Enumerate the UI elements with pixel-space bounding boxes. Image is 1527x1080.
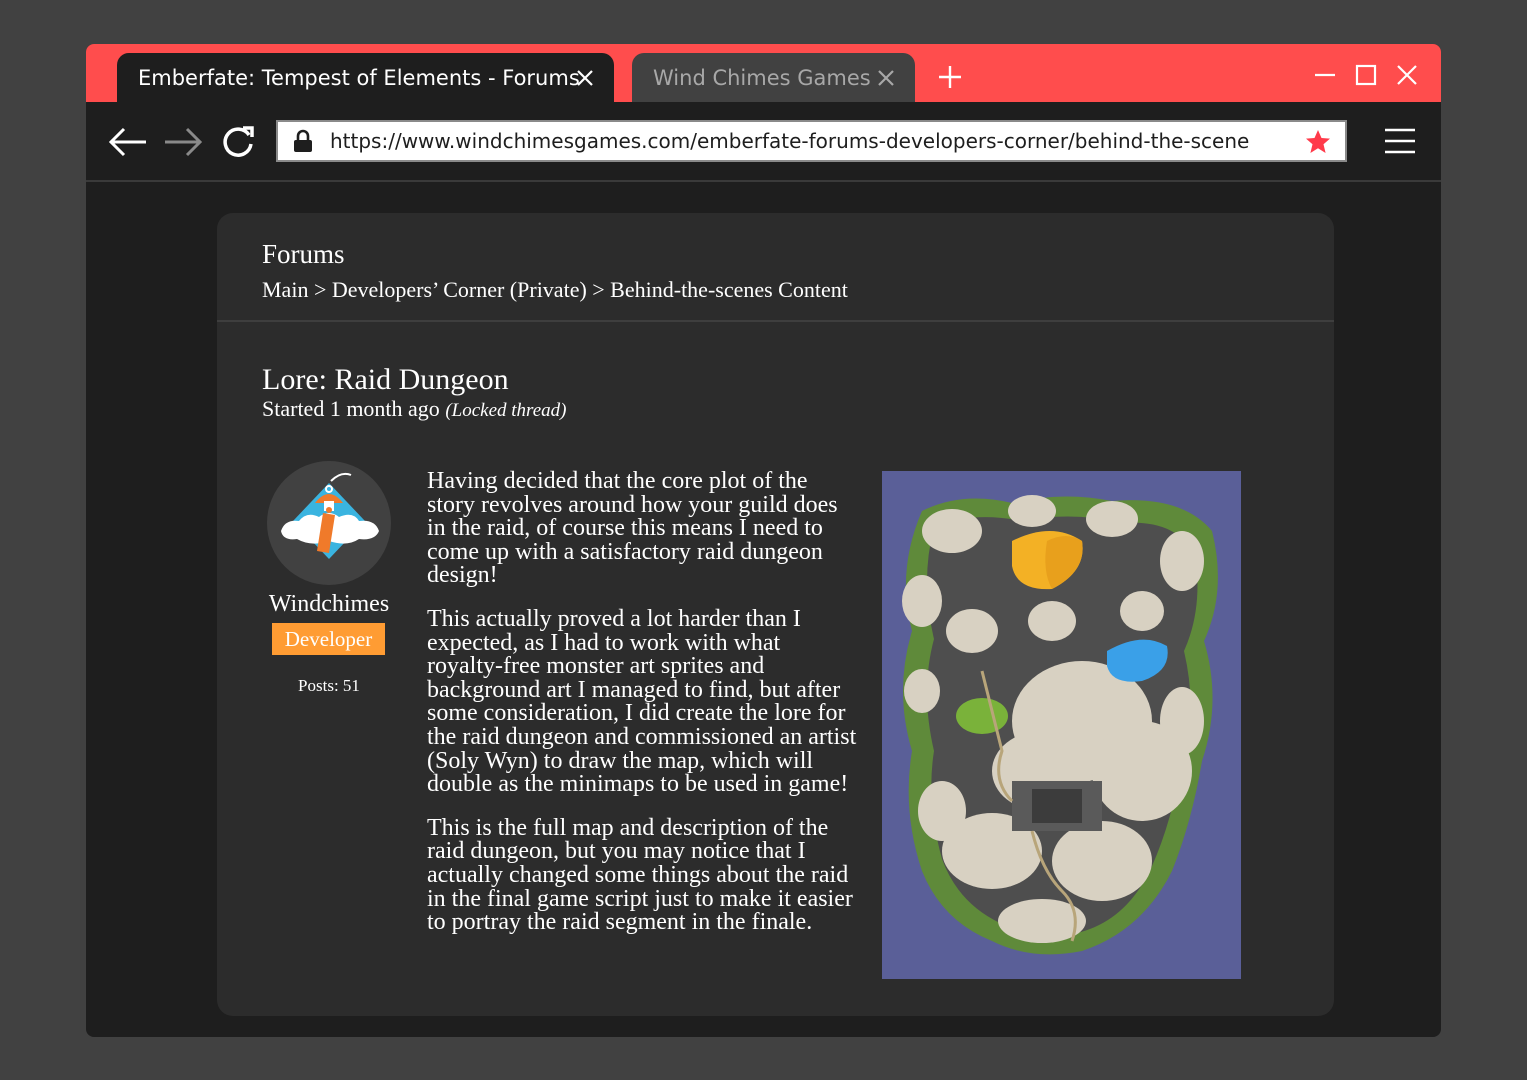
minimize-icon[interactable]: [1314, 64, 1336, 86]
url-text[interactable]: https://www.windchimesgames.com/emberfat…: [330, 122, 1250, 160]
page-title: Forums: [262, 239, 345, 270]
thread-started: Started 1 month ago: [262, 396, 440, 421]
tab-label: Wind Chimes Games: [653, 66, 871, 90]
role-badge: Developer: [272, 623, 385, 655]
thread-meta: Started 1 month ago (Locked thread): [262, 396, 566, 422]
close-icon[interactable]: [1396, 64, 1418, 86]
lock-icon: [292, 129, 314, 153]
tab-wind-chimes[interactable]: Wind Chimes Games: [632, 53, 915, 102]
post-paragraph: This actually proved a lot harder than I…: [427, 608, 857, 797]
star-icon[interactable]: [1305, 129, 1331, 155]
breadcrumb[interactable]: Main > Developers’ Corner (Private) > Be…: [262, 277, 848, 303]
divider: [217, 320, 1334, 322]
post-paragraph: This is the full map and description of …: [427, 817, 857, 935]
tab-forums[interactable]: Emberfate: Tempest of Elements - Forums: [117, 53, 614, 102]
forum-card: Forums Main > Developers’ Corner (Privat…: [217, 213, 1334, 1016]
thread-title: Lore: Raid Dungeon: [262, 363, 509, 397]
menu-icon[interactable]: [1384, 126, 1416, 156]
post-count: Posts: 51: [247, 676, 411, 696]
dungeon-map-image[interactable]: [882, 471, 1241, 979]
post-paragraph: Having decided that the core plot of the…: [427, 470, 857, 588]
address-bar[interactable]: https://www.windchimesgames.com/emberfat…: [276, 120, 1347, 162]
new-tab-icon[interactable]: [939, 66, 961, 88]
tab-label: Emberfate: Tempest of Elements - Forums: [138, 66, 580, 90]
thread-status: (Locked thread): [445, 400, 566, 421]
maximize-icon[interactable]: [1355, 64, 1377, 86]
browser-window: Emberfate: Tempest of Elements - Forums …: [86, 44, 1441, 1037]
reload-icon[interactable]: [219, 124, 259, 160]
author-name[interactable]: Windchimes: [247, 591, 411, 618]
forward-arrow-icon[interactable]: [163, 124, 203, 160]
back-arrow-icon[interactable]: [108, 124, 148, 160]
close-tab-icon[interactable]: [576, 69, 594, 87]
tab-bar: Emberfate: Tempest of Elements - Forums …: [86, 44, 1441, 102]
avatar[interactable]: [267, 461, 391, 585]
close-tab-icon[interactable]: [877, 69, 895, 87]
post-body: Having decided that the core plot of the…: [427, 470, 857, 955]
toolbar: https://www.windchimesgames.com/emberfat…: [86, 102, 1441, 182]
